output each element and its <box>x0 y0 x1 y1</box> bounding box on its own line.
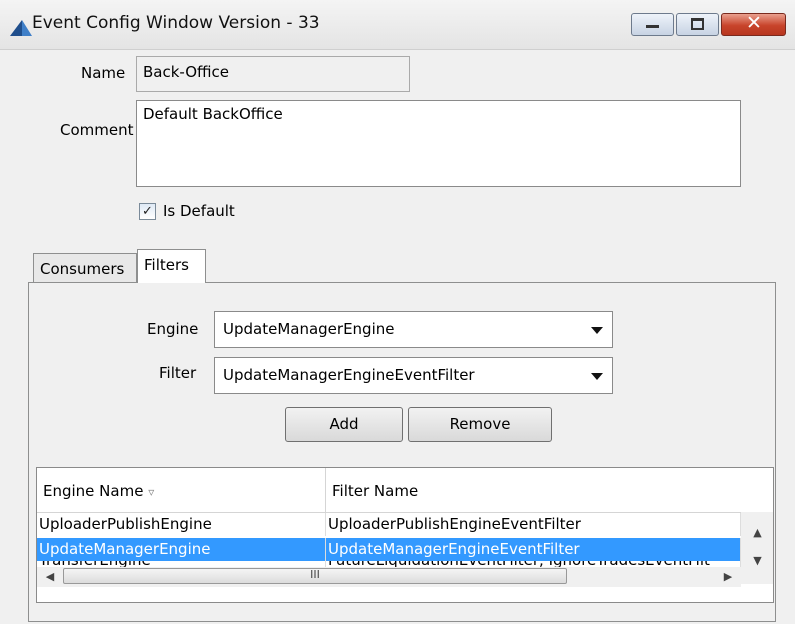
horizontal-scrollbar[interactable]: ◀ III ▶ <box>37 567 741 587</box>
column-header-filter-name[interactable]: Filter Name <box>326 468 741 513</box>
vertical-scrollbar[interactable]: ▲ ▼ <box>741 512 773 584</box>
filter-label: Filter <box>159 364 197 382</box>
chevron-down-icon <box>591 327 603 334</box>
comment-textarea[interactable]: Default BackOffice <box>136 100 741 187</box>
minimize-button[interactable] <box>631 13 674 36</box>
remove-button[interactable]: Remove <box>408 407 552 442</box>
filter-select-value: UpdateManagerEngineEventFilter <box>223 366 475 384</box>
scroll-up-icon[interactable]: ▲ <box>741 526 773 539</box>
scroll-right-icon[interactable]: ▶ <box>721 570 735 583</box>
is-default-checkbox[interactable]: ✓ <box>139 203 156 220</box>
engine-select[interactable]: UpdateManagerEngine <box>214 311 613 348</box>
add-button[interactable]: Add <box>285 407 403 442</box>
table-cell-engine: UploaderPublishEngine <box>37 513 326 536</box>
table-cell-filter: UpdateManagerEngineEventFilter <box>326 538 741 561</box>
window-title: Event Config Window Version - 33 <box>32 13 320 33</box>
maximize-button[interactable] <box>676 13 719 36</box>
close-icon: ✕ <box>746 12 762 34</box>
horizontal-scroll-thumb[interactable]: III <box>63 568 567 584</box>
name-label: Name <box>81 64 126 82</box>
column-header-engine-name[interactable]: Engine Name ▿ <box>37 468 326 513</box>
minimize-icon <box>646 25 659 28</box>
table-cell-filter: UploaderPublishEngineEventFilter <box>326 513 741 536</box>
is-default-label: Is Default <box>163 202 235 220</box>
grip-icon: III <box>310 568 320 581</box>
title-bar[interactable]: Event Config Window Version - 33 ✕ <box>0 0 795 50</box>
tab-consumers[interactable]: Consumers <box>33 253 137 283</box>
filter-select[interactable]: UpdateManagerEngineEventFilter <box>214 357 613 394</box>
comment-label: Comment <box>60 121 134 139</box>
engine-filter-table: Engine Name ▿ Filter Name UploaderPublis… <box>36 467 774 603</box>
maximize-icon <box>691 18 704 30</box>
close-button[interactable]: ✕ <box>721 12 786 36</box>
scroll-down-icon[interactable]: ▼ <box>741 554 773 567</box>
chevron-down-icon <box>591 373 603 380</box>
name-field[interactable]: Back-Office <box>136 56 410 92</box>
checkmark-icon: ✓ <box>142 204 153 219</box>
scroll-left-icon[interactable]: ◀ <box>43 570 57 583</box>
sort-indicator-icon: ▿ <box>148 485 155 499</box>
engine-label: Engine <box>147 320 199 338</box>
engine-select-value: UpdateManagerEngine <box>223 320 395 338</box>
table-cell-engine: UpdateManagerEngine <box>37 538 326 561</box>
tab-filters[interactable]: Filters <box>137 249 206 283</box>
